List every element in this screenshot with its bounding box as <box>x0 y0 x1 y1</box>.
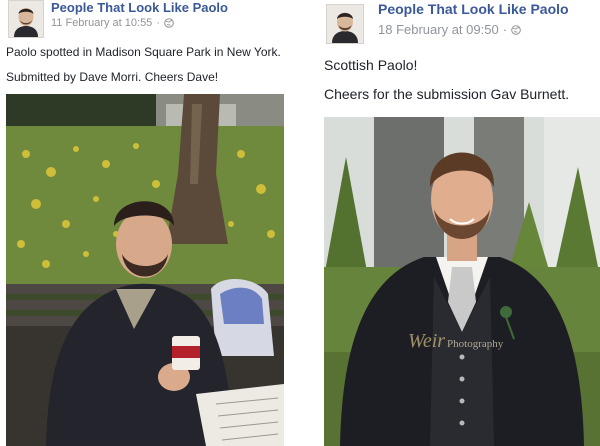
post-caption-line-2: Cheers for the submission Gav Burnett. <box>324 86 570 102</box>
timestamp-link[interactable]: 11 February at 10:55 <box>51 17 152 29</box>
meta-separator: · <box>156 17 160 29</box>
post-caption-line-1: Scottish Paolo! <box>324 57 418 73</box>
post-card-right: People That Look Like Paolo 18 February … <box>318 0 600 446</box>
post-card-left: People That Look Like Paolo 11 February … <box>0 0 300 446</box>
post-photo-kilt[interactable]: Weir Photography <box>324 117 600 446</box>
meta-separator: · <box>502 22 508 37</box>
page-avatar[interactable] <box>8 0 44 38</box>
photo-watermark: Weir Photography <box>408 330 504 352</box>
page-name-link[interactable]: People That Look Like Paolo <box>51 0 228 15</box>
post-meta: 18 February at 09:50 · <box>378 22 521 37</box>
post-meta: 11 February at 10:55 · <box>51 17 174 29</box>
globe-icon[interactable] <box>511 24 521 35</box>
timestamp-link[interactable]: 18 February at 09:50 <box>378 22 499 37</box>
globe-icon[interactable] <box>164 18 174 28</box>
post-caption-line-2: Submitted by Dave Morri. Cheers Dave! <box>6 70 219 84</box>
post-photo-park[interactable] <box>6 94 284 446</box>
page-name-link[interactable]: People That Look Like Paolo <box>378 1 569 17</box>
page-avatar[interactable] <box>326 4 364 44</box>
post-caption-line-1: Paolo spotted in Madison Square Park in … <box>6 45 281 59</box>
